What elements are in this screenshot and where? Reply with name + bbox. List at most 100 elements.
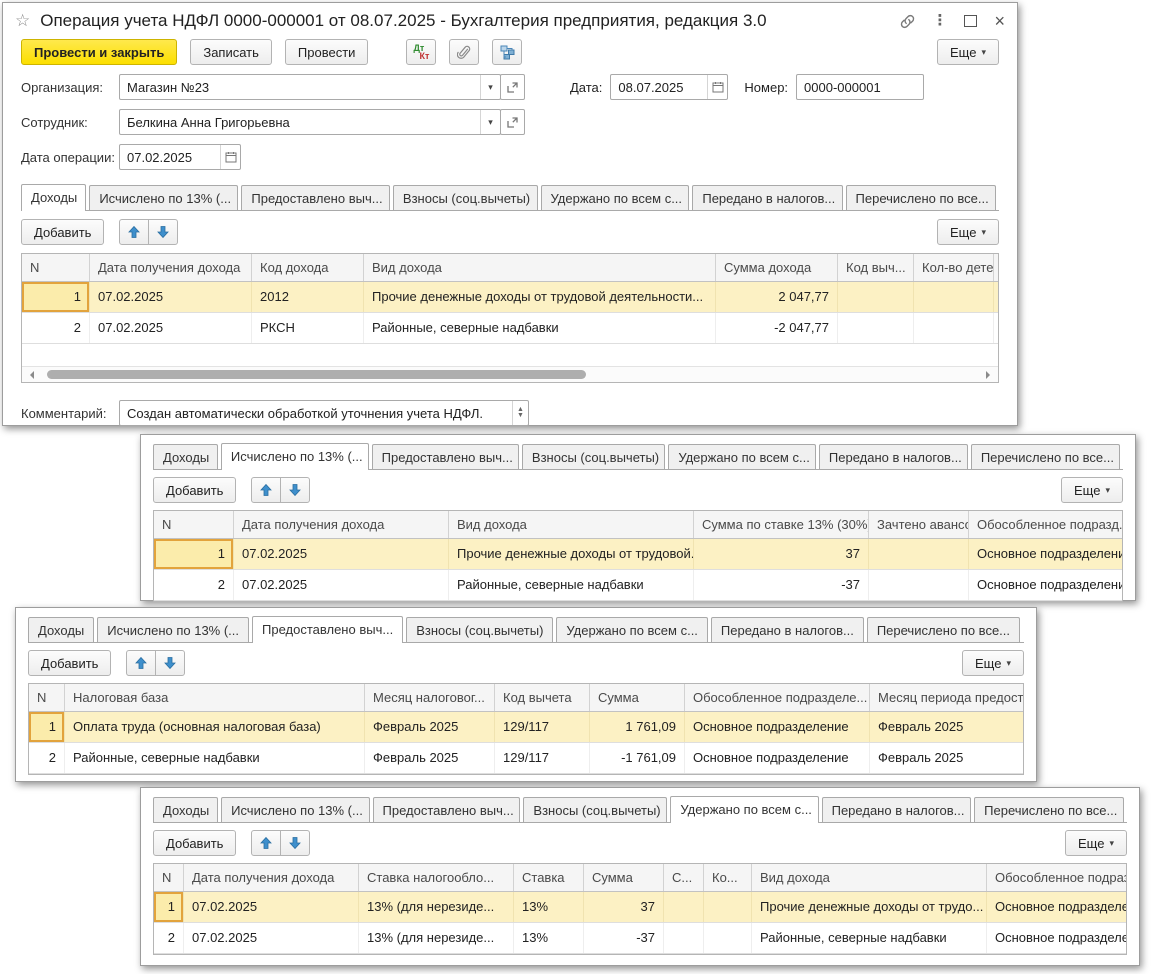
column-header[interactable]: Обособленное подраздел xyxy=(987,864,1127,891)
cell[interactable]: 1 xyxy=(29,712,65,742)
table-row[interactable]: 107.02.202513% (для нерезиде...13%37Проч… xyxy=(154,892,1126,923)
cell[interactable]: 2 xyxy=(154,570,234,600)
cell[interactable]: 07.02.2025 xyxy=(234,539,449,569)
column-header[interactable]: С... xyxy=(664,864,704,891)
cell[interactable]: -37 xyxy=(694,570,869,600)
more-button[interactable]: Еще▾ xyxy=(1061,477,1123,503)
cell[interactable] xyxy=(869,539,969,569)
tab-5[interactable]: Удержано по всем с... xyxy=(668,444,816,469)
tab-3[interactable]: Предоставлено выч... xyxy=(241,185,390,210)
cell[interactable]: 37 xyxy=(584,892,664,922)
cell[interactable]: 1 xyxy=(22,282,90,312)
cell[interactable]: Прочие денежные доходы от трудовой... xyxy=(449,539,694,569)
cell[interactable]: Основное подразделение xyxy=(969,539,1123,569)
column-header[interactable]: N xyxy=(154,511,234,538)
cell[interactable]: 2 xyxy=(22,313,90,343)
scroll-right-icon[interactable] xyxy=(986,371,994,379)
calendar-icon[interactable] xyxy=(220,145,240,169)
tab-1[interactable]: Доходы xyxy=(21,184,86,211)
cell[interactable]: -37 xyxy=(584,923,664,953)
more-button[interactable]: Еще▾ xyxy=(937,219,999,245)
table-row[interactable]: 107.02.20252012Прочие денежные доходы от… xyxy=(22,282,998,313)
move-down-button[interactable] xyxy=(148,219,178,245)
cell[interactable]: Февраль 2025 xyxy=(365,712,495,742)
table-row[interactable]: 207.02.2025РКСНРайонные, северные надбав… xyxy=(22,313,998,344)
cell[interactable]: Районные, северные надбавки xyxy=(65,743,365,773)
chevron-down-icon[interactable]: ▾ xyxy=(488,117,493,128)
cell[interactable]: 2 047,77 xyxy=(716,282,838,312)
cell[interactable]: -2 047,77 xyxy=(716,313,838,343)
column-header[interactable]: Месяц налоговог... xyxy=(365,684,495,711)
cell[interactable]: 13% xyxy=(514,892,584,922)
column-header[interactable]: Обособленное подразд... xyxy=(969,511,1123,538)
column-header[interactable]: Код дохода xyxy=(252,254,364,281)
column-header[interactable]: Ко... xyxy=(704,864,752,891)
table-row[interactable]: 107.02.2025Прочие денежные доходы от тру… xyxy=(154,539,1122,570)
add-button[interactable]: Добавить xyxy=(153,830,236,856)
maximize-icon[interactable] xyxy=(964,15,977,27)
cell[interactable]: Прочие денежные доходы от трудо... xyxy=(752,892,987,922)
cell[interactable]: Основное подразделение xyxy=(969,570,1123,600)
column-header[interactable]: Код вычета xyxy=(495,684,590,711)
cell[interactable]: 2 xyxy=(154,923,184,953)
cell[interactable]: 13% (для нерезиде... xyxy=(359,923,514,953)
add-button[interactable]: Добавить xyxy=(28,650,111,676)
move-down-button[interactable] xyxy=(280,477,310,503)
column-header[interactable]: Налоговая база xyxy=(65,684,365,711)
column-header[interactable]: Обособленное подразделе... xyxy=(685,684,870,711)
tab-7[interactable]: Перечислено по все... xyxy=(846,185,996,210)
column-header[interactable]: Дата получения дохода xyxy=(90,254,252,281)
comment-field[interactable]: Создан автоматически обработкой уточнени… xyxy=(119,400,529,426)
more-button[interactable]: Еще▾ xyxy=(962,650,1024,676)
cell[interactable]: 07.02.2025 xyxy=(90,282,252,312)
tab-5[interactable]: Удержано по всем с... xyxy=(670,796,818,823)
open-employee-button[interactable] xyxy=(500,109,525,135)
tab-5[interactable]: Удержано по всем с... xyxy=(541,185,690,210)
date-field[interactable]: 08.07.2025 xyxy=(610,74,728,100)
cell[interactable]: 129/117 xyxy=(495,712,590,742)
column-header[interactable]: Сумма по ставке 13% (30%) xyxy=(694,511,869,538)
tab-3[interactable]: Предоставлено выч... xyxy=(372,444,519,469)
cell[interactable] xyxy=(664,892,704,922)
tab-4[interactable]: Взносы (соц.вычеты) xyxy=(406,617,553,642)
cell[interactable]: 2 xyxy=(29,743,65,773)
cell[interactable]: Февраль 2025 xyxy=(365,743,495,773)
column-header[interactable]: Вид дохода xyxy=(364,254,716,281)
employee-combobox[interactable]: Белкина Анна Григорьевна ▾ xyxy=(119,109,501,135)
cell[interactable]: 07.02.2025 xyxy=(184,923,359,953)
tab-6[interactable]: Передано в налогов... xyxy=(711,617,864,642)
move-up-button[interactable] xyxy=(119,219,149,245)
number-field[interactable]: 0000-000001 xyxy=(796,74,924,100)
tab-2[interactable]: Исчислено по 13% (... xyxy=(97,617,249,642)
cell[interactable]: 37 xyxy=(694,539,869,569)
column-header[interactable]: Сумма дохода xyxy=(716,254,838,281)
table-row[interactable]: 2Районные, северные надбавкиФевраль 2025… xyxy=(29,743,1023,774)
cell[interactable]: Районные, северные надбавки xyxy=(752,923,987,953)
tab-4[interactable]: Взносы (соц.вычеты) xyxy=(393,185,538,210)
cell[interactable] xyxy=(914,282,994,312)
cell[interactable] xyxy=(869,570,969,600)
scroll-left-icon[interactable] xyxy=(26,371,34,379)
tab-7[interactable]: Перечислено по все... xyxy=(971,444,1120,469)
tab-4[interactable]: Взносы (соц.вычеты) xyxy=(523,797,667,822)
close-icon[interactable]: × xyxy=(994,14,1005,28)
cell[interactable]: 1 761,09 xyxy=(590,712,685,742)
cell[interactable]: 13% (для нерезиде... xyxy=(359,892,514,922)
link-icon[interactable] xyxy=(900,14,915,29)
move-up-button[interactable] xyxy=(251,477,281,503)
cell[interactable]: 13% xyxy=(514,923,584,953)
cell[interactable]: Февраль 2025 xyxy=(870,743,1024,773)
column-header[interactable]: Сумма xyxy=(590,684,685,711)
cell[interactable]: 07.02.2025 xyxy=(184,892,359,922)
attachments-button[interactable] xyxy=(449,39,479,65)
scrollbar-thumb[interactable] xyxy=(47,370,585,379)
tab-6[interactable]: Передано в налогов... xyxy=(822,797,972,822)
menu-dots-icon[interactable]: ⋮ xyxy=(932,16,947,26)
cell[interactable]: Оплата труда (основная налоговая база) xyxy=(65,712,365,742)
tab-6[interactable]: Передано в налогов... xyxy=(692,185,842,210)
cell[interactable]: 1 xyxy=(154,539,234,569)
column-header[interactable]: Код выч... xyxy=(838,254,914,281)
cell[interactable]: Основное подразделение xyxy=(987,892,1127,922)
tab-2[interactable]: Исчислено по 13% (... xyxy=(89,185,238,210)
column-header[interactable]: Вид дохода xyxy=(449,511,694,538)
